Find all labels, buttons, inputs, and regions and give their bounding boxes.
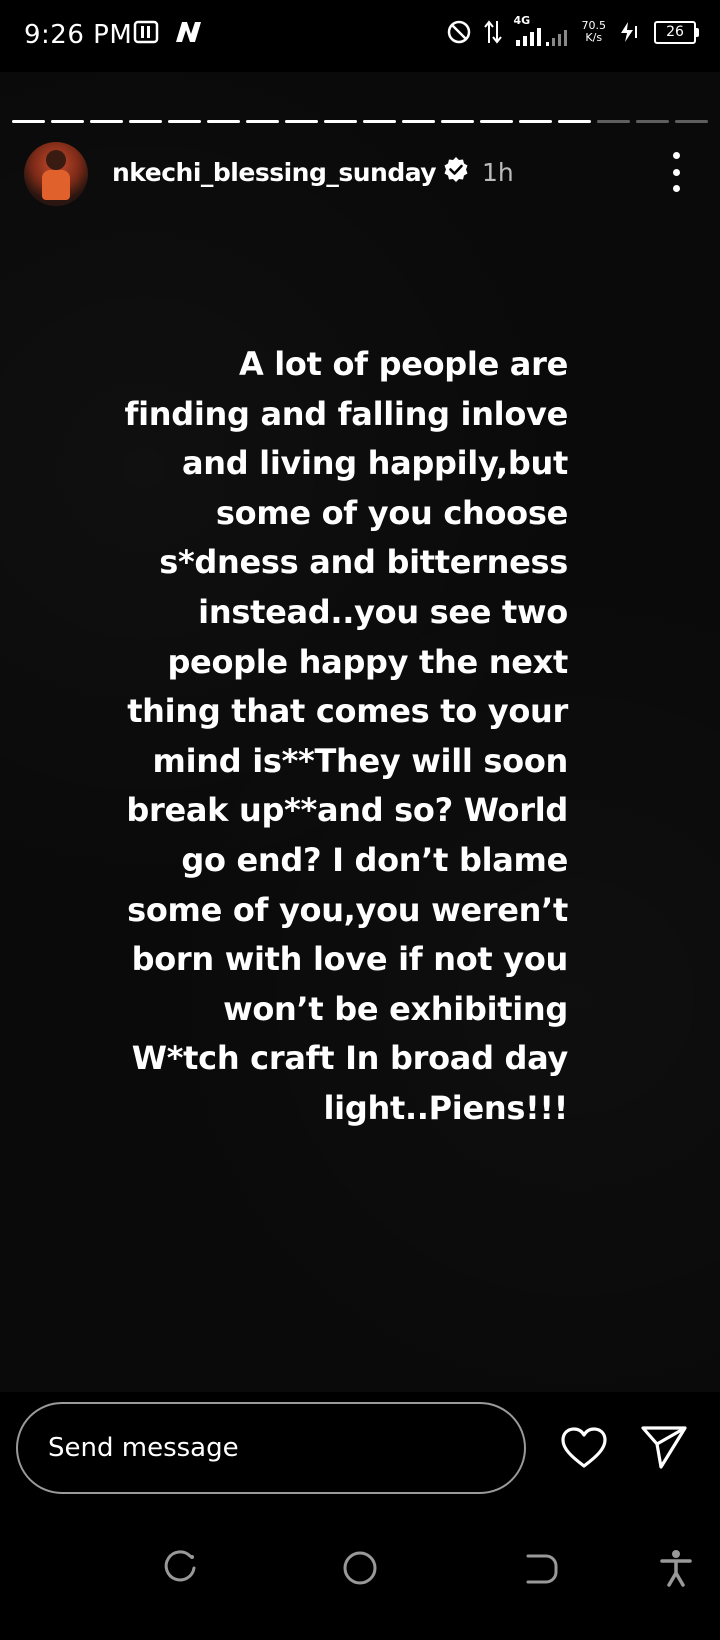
avatar[interactable]: [24, 142, 88, 206]
battery-icon: 26: [654, 20, 699, 44]
progress-segment: [636, 120, 669, 123]
progress-segment: [324, 120, 357, 123]
reply-bar: [0, 1392, 720, 1512]
battery-level: 26: [666, 24, 684, 40]
status-left-icons: [133, 20, 203, 44]
progress-segment: [129, 120, 162, 123]
status-time: 9:26 PM: [24, 20, 133, 50]
net-speed: 70.5 K/s: [582, 20, 607, 44]
story-username[interactable]: nkechi_blessing_sunday: [112, 158, 437, 187]
back-icon[interactable]: [520, 1548, 560, 1588]
progress-segment: [246, 120, 279, 123]
signal-icon: 4G: [514, 14, 570, 46]
verified-badge-icon: [444, 157, 468, 182]
accessibility-icon[interactable]: [656, 1548, 696, 1588]
status-right-icons: 4G 70.5 K/s 26: [446, 14, 699, 46]
progress-segment: [168, 120, 201, 123]
story-header: nkechi_blessing_sunday 1h: [24, 140, 696, 208]
heart-icon[interactable]: [560, 1426, 608, 1470]
progress-segment: [675, 120, 708, 123]
progress-segment: [519, 120, 552, 123]
progress-segment: [402, 120, 435, 123]
story-progress: [12, 120, 708, 123]
n-app-icon: [176, 22, 201, 42]
story-text: A lot of people are finding and falling …: [124, 345, 568, 1127]
net-speed-unit: K/s: [585, 31, 603, 44]
data-arrows-icon: [483, 20, 502, 44]
progress-segment: [285, 120, 318, 123]
story-view[interactable]: nkechi_blessing_sunday 1h A lot of peopl…: [0, 72, 720, 1392]
home-icon[interactable]: [340, 1548, 380, 1588]
status-bar: 9:26 PM 4G 70.5 K/s 26: [0, 0, 720, 72]
more-dot-icon: [672, 152, 680, 159]
progress-segment: [441, 120, 474, 123]
progress-segment: [207, 120, 240, 123]
do-not-disturb-icon: [447, 20, 470, 44]
progress-segment: [480, 120, 513, 123]
progress-segment: [363, 120, 396, 123]
recents-icon[interactable]: [160, 1548, 200, 1588]
progress-segment: [90, 120, 123, 123]
send-icon[interactable]: [640, 1424, 688, 1470]
more-dot-icon: [672, 168, 680, 176]
progress-segment: [558, 120, 591, 123]
story-time: 1h: [482, 158, 514, 187]
send-message-input[interactable]: [16, 1402, 526, 1494]
progress-segment: [12, 120, 45, 123]
more-options-button[interactable]: [664, 152, 688, 192]
progress-segment: [597, 120, 630, 123]
sim-pill-icon: [133, 20, 159, 44]
charging-icon: [621, 22, 637, 42]
more-dot-icon: [672, 185, 680, 192]
progress-segment: [51, 120, 84, 123]
system-nav-bar: [0, 1512, 720, 1640]
